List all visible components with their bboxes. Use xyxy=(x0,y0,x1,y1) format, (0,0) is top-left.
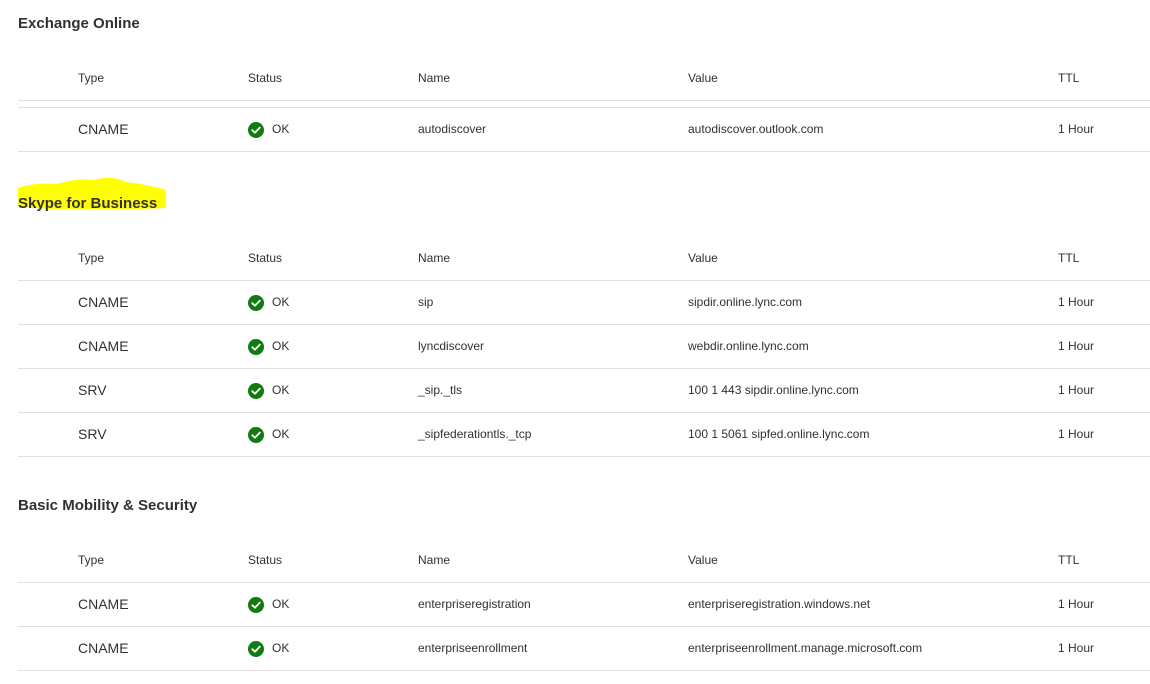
dns-records-table: Type Status Name Value TTL xyxy=(18,57,1150,101)
record-status: OK xyxy=(248,369,289,412)
table-header-row: Type Status Name Value TTL xyxy=(18,539,1150,583)
status-label: OK xyxy=(272,641,290,655)
record-value: webdir.online.lync.com xyxy=(688,339,809,353)
record-name: _sipfederationtls._tcp xyxy=(418,427,532,441)
column-header-value[interactable]: Value xyxy=(688,539,718,582)
record-value: autodiscover.outlook.com xyxy=(688,122,824,136)
table-row[interactable]: CNAME OK enterpriseregistration enterpri… xyxy=(18,583,1150,627)
record-value: 100 1 5061 sipfed.online.lync.com xyxy=(688,427,870,441)
section-title: Basic Mobility & Security xyxy=(18,497,198,514)
record-status: OK xyxy=(248,413,289,456)
table-header-row: Type Status Name Value TTL xyxy=(18,57,1150,101)
record-status: OK xyxy=(248,325,289,368)
record-type: CNAME xyxy=(78,640,129,656)
table-row[interactable]: CNAME OK enterpriseenrollment enterprise… xyxy=(18,627,1150,671)
table-row[interactable]: CNAME OK sip sipdir.online.lync.com 1 Ho… xyxy=(18,281,1150,325)
column-header-name[interactable]: Name xyxy=(418,237,450,280)
status-label: OK xyxy=(272,427,290,441)
status-label: OK xyxy=(272,122,290,136)
record-ttl: 1 Hour xyxy=(1058,339,1095,353)
record-ttl: 1 Hour xyxy=(1058,383,1095,397)
column-header-type[interactable]: Type xyxy=(78,539,104,582)
check-circle-icon xyxy=(248,294,264,311)
column-header-status[interactable]: Status xyxy=(248,237,282,280)
status-label: OK xyxy=(272,339,290,353)
check-circle-icon xyxy=(248,596,264,613)
record-ttl: 1 Hour xyxy=(1058,641,1095,655)
record-type: CNAME xyxy=(78,596,129,612)
table-row[interactable]: CNAME OK autodiscover autodiscover.outlo… xyxy=(18,108,1150,152)
record-ttl: 1 Hour xyxy=(1058,122,1095,136)
dns-records-table-body: CNAME OK autodiscover autodiscover.outlo… xyxy=(18,108,1150,152)
record-type: SRV xyxy=(78,382,107,398)
dns-records-table: Type Status Name Value TTL CNAME OK sip … xyxy=(18,237,1150,457)
status-label: OK xyxy=(272,597,290,611)
record-value: sipdir.online.lync.com xyxy=(688,295,803,309)
record-name: lyncdiscover xyxy=(418,339,485,353)
record-name: enterpriseregistration xyxy=(418,597,531,611)
record-type: CNAME xyxy=(78,121,129,137)
section-title-text: Skype for Business xyxy=(18,195,158,212)
record-type: CNAME xyxy=(78,338,129,354)
status-label: OK xyxy=(272,295,290,309)
column-header-ttl[interactable]: TTL xyxy=(1058,539,1079,582)
section-title: Exchange Online xyxy=(18,15,140,32)
check-circle-icon xyxy=(248,426,264,443)
record-type: SRV xyxy=(78,426,107,442)
column-header-ttl[interactable]: TTL xyxy=(1058,237,1079,280)
table-row[interactable]: SRV OK _sip._tls 100 1 443 sipdir.online… xyxy=(18,369,1150,413)
column-header-name[interactable]: Name xyxy=(418,57,450,100)
record-name: enterpriseenrollment xyxy=(418,641,528,655)
column-header-name[interactable]: Name xyxy=(418,539,450,582)
record-value: 100 1 443 sipdir.online.lync.com xyxy=(688,383,859,397)
column-header-ttl[interactable]: TTL xyxy=(1058,57,1079,100)
dns-records-table: Type Status Name Value TTL CNAME OK ente… xyxy=(18,539,1150,671)
column-header-value[interactable]: Value xyxy=(688,57,718,100)
check-circle-icon xyxy=(248,338,264,355)
record-ttl: 1 Hour xyxy=(1058,427,1095,441)
record-status: OK xyxy=(248,108,289,151)
column-header-type[interactable]: Type xyxy=(78,57,104,100)
check-circle-icon xyxy=(248,121,264,138)
column-header-value[interactable]: Value xyxy=(688,237,718,280)
record-name: _sip._tls xyxy=(418,383,463,397)
record-name: autodiscover xyxy=(418,122,487,136)
section-title: Skype for Business xyxy=(18,177,166,214)
record-ttl: 1 Hour xyxy=(1058,597,1095,611)
table-header-row: Type Status Name Value TTL xyxy=(18,237,1150,281)
record-name: sip xyxy=(418,295,434,309)
table-row[interactable]: CNAME OK lyncdiscover webdir.online.lync… xyxy=(18,325,1150,369)
check-circle-icon xyxy=(248,640,264,657)
record-status: OK xyxy=(248,627,289,670)
status-label: OK xyxy=(272,383,290,397)
record-status: OK xyxy=(248,583,289,626)
table-row[interactable]: SRV OK _sipfederationtls._tcp 100 1 5061… xyxy=(18,413,1150,457)
record-ttl: 1 Hour xyxy=(1058,295,1095,309)
column-header-status[interactable]: Status xyxy=(248,57,282,100)
check-circle-icon xyxy=(248,382,264,399)
record-status: OK xyxy=(248,281,289,324)
record-value: enterpriseregistration.windows.net xyxy=(688,597,871,611)
record-value: enterpriseenrollment.manage.microsoft.co… xyxy=(688,641,923,655)
column-header-type[interactable]: Type xyxy=(78,237,104,280)
column-header-status[interactable]: Status xyxy=(248,539,282,582)
record-type: CNAME xyxy=(78,294,129,310)
